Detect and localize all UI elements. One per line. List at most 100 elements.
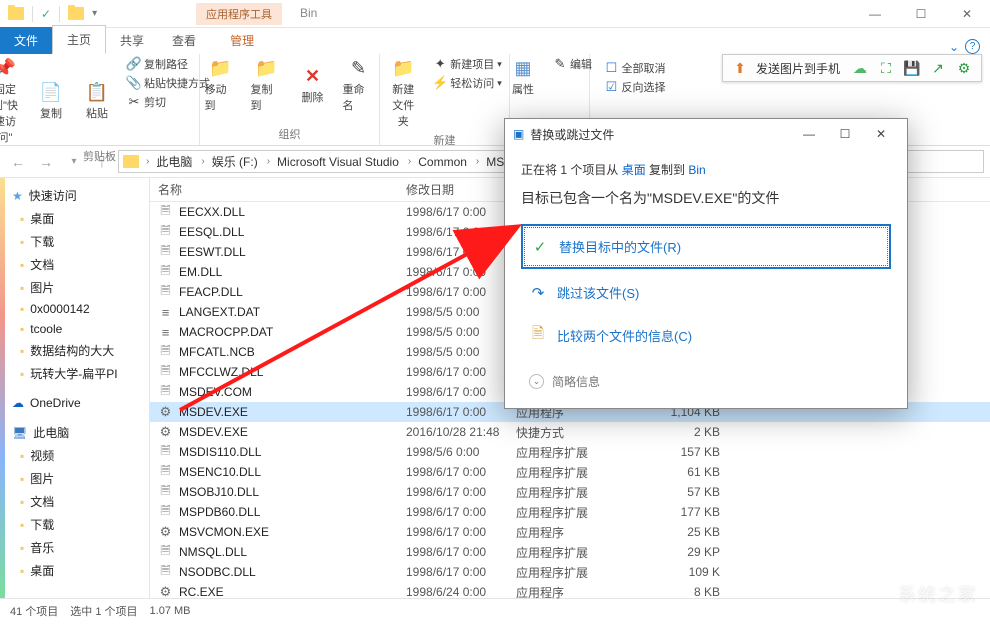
- sidebar-item[interactable]: ▪视频: [0, 444, 149, 467]
- file-icon: ⚙: [158, 425, 173, 440]
- file-row[interactable]: 🗎MSENC10.DLL1998/6/17 0:00应用程序扩展61 KB: [150, 462, 990, 482]
- invert-selection-button[interactable]: ☑反向选择: [601, 78, 670, 96]
- file-row[interactable]: 🗎NMSQL.DLL1998/6/17 0:00应用程序扩展29 KP: [150, 542, 990, 562]
- file-name: EM.DLL: [179, 265, 222, 279]
- file-date: 1998/6/17 0:00: [398, 265, 508, 279]
- help-icon[interactable]: ?: [965, 39, 980, 54]
- file-row[interactable]: 🗎MSOBJ10.DLL1998/6/17 0:00应用程序扩展57 KB: [150, 482, 990, 502]
- save-icon[interactable]: 💾: [900, 58, 924, 78]
- dialog-more-info[interactable]: ⌄ 简略信息: [521, 359, 891, 392]
- ribbon-tabs: 文件 主页 共享 查看 管理 ⌄ ?: [0, 28, 990, 54]
- tab-view[interactable]: 查看: [158, 27, 210, 54]
- sidebar-item[interactable]: ▪数据结构的大大: [0, 339, 149, 362]
- sidebar-onedrive[interactable]: ☁OneDrive: [0, 393, 149, 413]
- expand-icon[interactable]: ⛶: [874, 58, 898, 78]
- sidebar-item[interactable]: ▪图片: [0, 276, 149, 299]
- column-date[interactable]: 修改日期: [398, 181, 508, 198]
- quick-access-toolbar: ✓ ▾: [0, 6, 105, 22]
- file-name: MACROCPP.DAT: [179, 325, 273, 339]
- minimize-button[interactable]: —: [852, 0, 898, 28]
- tab-home[interactable]: 主页: [52, 25, 106, 54]
- tab-manage[interactable]: 管理: [216, 27, 268, 54]
- folder-icon[interactable]: [68, 7, 84, 20]
- new-item-button[interactable]: ✦新建项目▾: [429, 55, 506, 73]
- sidebar-item[interactable]: ▪图片: [0, 467, 149, 490]
- edit-button[interactable]: ✎编辑: [549, 55, 596, 73]
- file-row[interactable]: ⚙MSVCMON.EXE1998/6/17 0:00应用程序25 KB: [150, 522, 990, 542]
- close-button[interactable]: ✕: [944, 0, 990, 28]
- file-date: 1998/6/17 0:00: [398, 525, 508, 539]
- nav-forward-button[interactable]: →: [34, 150, 58, 174]
- file-icon: 🗎: [158, 465, 173, 480]
- file-size: 25 KB: [648, 525, 728, 539]
- pin-button[interactable]: 📌固定到"快 速访问": [0, 55, 25, 148]
- breadcrumb-segment[interactable]: Common: [414, 155, 473, 169]
- file-row[interactable]: ⚙RC.EXE1998/6/24 0:00应用程序8 KB: [150, 582, 990, 602]
- dialog-icon: ▣: [513, 127, 524, 141]
- send-to-phone-icon[interactable]: ⬆: [728, 58, 752, 78]
- file-name: NMSQL.DLL: [179, 545, 247, 559]
- file-row[interactable]: 🗎MSPDB60.DLL1998/6/17 0:00应用程序扩展177 KB: [150, 502, 990, 522]
- copy-to-button[interactable]: 📁复制到: [247, 55, 287, 116]
- dialog-close-button[interactable]: ✕: [863, 120, 899, 148]
- sidebar-item[interactable]: ▪0x0000142: [0, 299, 149, 319]
- dialog-replace-option[interactable]: ✓ 替换目标中的文件(R): [521, 224, 891, 269]
- status-selected: 选中 1 个项目: [70, 603, 137, 619]
- file-name: FEACP.DLL: [179, 285, 243, 299]
- sidebar-item[interactable]: ▪tcoole: [0, 319, 149, 339]
- share-icon[interactable]: ↗: [926, 58, 950, 78]
- sidebar-item[interactable]: ▪下载: [0, 230, 149, 253]
- dialog-compare-option[interactable]: 🗎 比较两个文件的信息(C): [521, 316, 891, 355]
- file-icon: ⚙: [158, 585, 173, 600]
- rename-button[interactable]: ✎重命名: [339, 55, 379, 116]
- file-size: 8 KB: [648, 585, 728, 599]
- cloud-icon[interactable]: ☁: [848, 58, 872, 78]
- delete-button[interactable]: ✕删除: [293, 55, 333, 116]
- sidebar-item[interactable]: ▪音乐: [0, 536, 149, 559]
- sidebar-this-pc[interactable]: 🖥此电脑: [0, 421, 149, 444]
- sidebar-quick-access[interactable]: ★快速访问: [0, 184, 149, 207]
- sidebar-item[interactable]: ▪玩转大学-扁平PI: [0, 362, 149, 385]
- settings-icon[interactable]: ⚙: [952, 58, 976, 78]
- nav-back-button[interactable]: ←: [6, 150, 30, 174]
- file-name: LANGEXT.DAT: [179, 305, 260, 319]
- sidebar-item[interactable]: ▪文档: [0, 253, 149, 276]
- file-row[interactable]: ⚙MSDEV.EXE2016/10/28 21:48快捷方式2 KB: [150, 422, 990, 442]
- properties-button[interactable]: ▦属性: [503, 55, 543, 100]
- file-row[interactable]: 🗎NSODBC.DLL1998/6/17 0:00应用程序扩展109 K: [150, 562, 990, 582]
- qat-check-icon[interactable]: ✓: [41, 7, 51, 21]
- breadcrumb-segment[interactable]: 此电脑: [152, 153, 198, 170]
- sidebar: ★快速访问 ▪桌面▪下载▪文档▪图片▪0x0000142▪tcoole▪数据结构…: [0, 178, 150, 598]
- deselect-all-button[interactable]: ☐全部取消: [601, 59, 670, 77]
- sidebar-item[interactable]: ▪下载: [0, 513, 149, 536]
- easy-access-button[interactable]: ⚡轻松访问▾: [429, 74, 506, 92]
- column-name[interactable]: 名称: [150, 181, 398, 198]
- file-date: 1998/6/24 0:00: [398, 585, 508, 599]
- file-type: 应用程序: [508, 584, 648, 601]
- dialog-minimize-button[interactable]: —: [791, 120, 827, 148]
- paste-button[interactable]: 📋粘贴: [77, 55, 117, 148]
- move-to-button[interactable]: 📁移动到: [201, 55, 241, 116]
- file-date: 1998/6/17 0:00: [398, 385, 508, 399]
- dialog-maximize-button[interactable]: ☐: [827, 120, 863, 148]
- copy-button[interactable]: 📄复制: [31, 55, 71, 148]
- tab-share[interactable]: 共享: [106, 27, 158, 54]
- breadcrumb-segment[interactable]: 娱乐 (F:): [208, 153, 264, 170]
- sidebar-item[interactable]: ▪桌面: [0, 559, 149, 582]
- file-size: 109 K: [648, 565, 728, 579]
- file-row[interactable]: 🗎MSDIS110.DLL1998/5/6 0:00应用程序扩展157 KB: [150, 442, 990, 462]
- qat-chevron-icon[interactable]: ▾: [92, 8, 97, 19]
- file-name: MFCATL.NCB: [179, 345, 255, 359]
- file-icon: ⚙: [158, 405, 173, 420]
- ribbon-expand-icon[interactable]: ⌄: [949, 40, 959, 54]
- maximize-button[interactable]: ☐: [898, 0, 944, 28]
- sidebar-item[interactable]: ▪桌面: [0, 207, 149, 230]
- sidebar-item[interactable]: ▪文档: [0, 490, 149, 513]
- tab-file[interactable]: 文件: [0, 27, 52, 54]
- dialog-titlebar: ▣ 替换或跳过文件 — ☐ ✕: [505, 119, 907, 149]
- file-date: 1998/6/17 0:00: [398, 465, 508, 479]
- breadcrumb-segment[interactable]: Microsoft Visual Studio: [273, 155, 405, 169]
- new-folder-button[interactable]: 📁新建 文件夹: [383, 55, 423, 132]
- send-to-phone-label[interactable]: 发送图片到手机: [754, 60, 846, 77]
- dialog-skip-option[interactable]: ↷ 跳过该文件(S): [521, 273, 891, 312]
